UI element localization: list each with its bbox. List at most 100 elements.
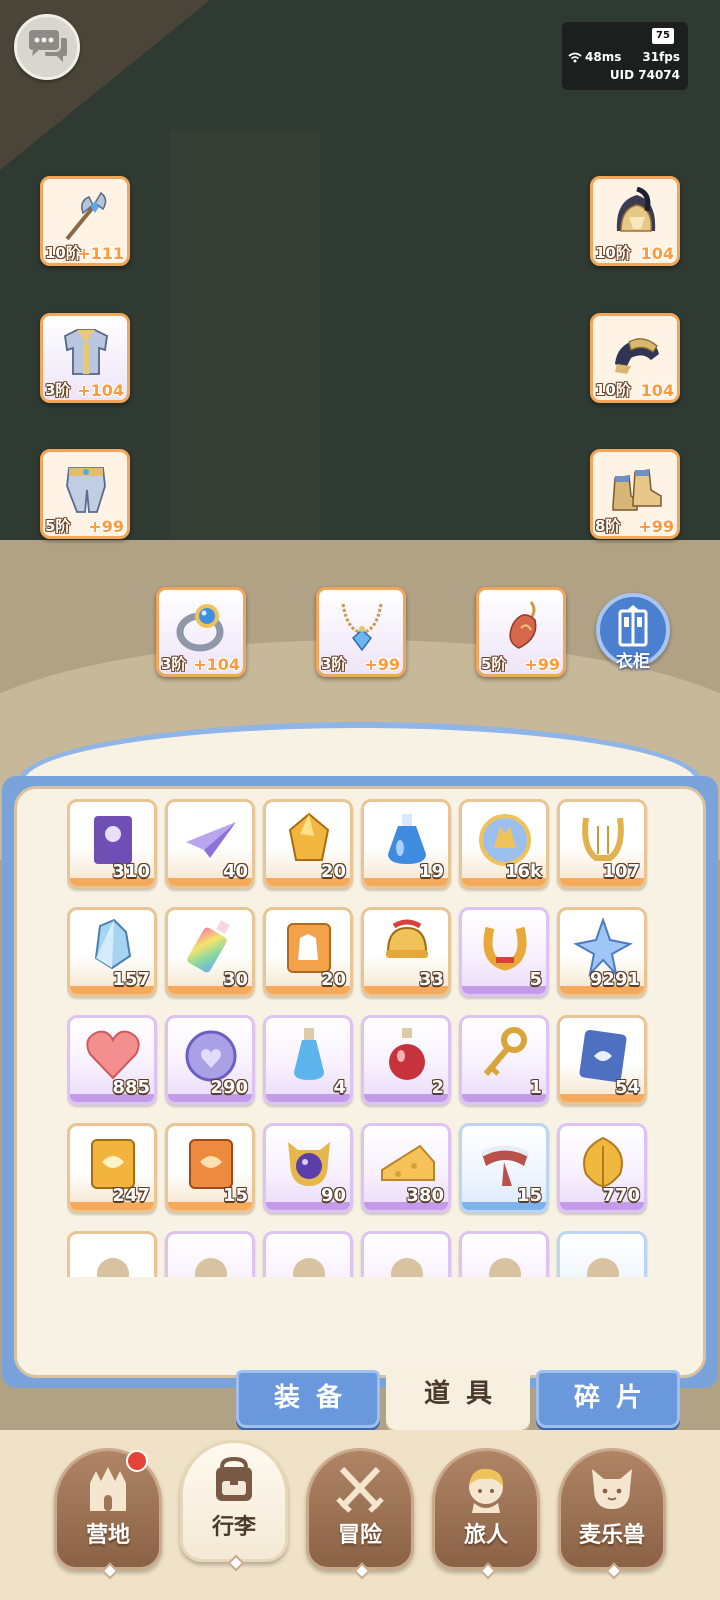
nav-luggage[interactable]: 行李 [180, 1440, 288, 1572]
item-slot[interactable]: 310 [67, 799, 157, 889]
item-slot[interactable]: 157 [67, 907, 157, 997]
item-slot[interactable]: 33 [361, 907, 451, 997]
gauntlet-icon [615, 338, 659, 374]
castle-icon [90, 1467, 126, 1511]
nav-traveler[interactable]: 旅人 [432, 1448, 540, 1580]
item-slot[interactable]: 16k [459, 799, 549, 889]
user-id: UID 74074 [609, 68, 680, 82]
charm-icon [509, 601, 537, 649]
item-slot[interactable]: 5 [459, 907, 549, 997]
chat-bubbles-icon [29, 30, 67, 62]
equip-tier: 3阶 [45, 381, 71, 399]
equip-slot-charm[interactable]: 5阶 +99 [476, 587, 566, 677]
halberd-icon [65, 191, 107, 241]
item-count: 54 [614, 1077, 640, 1098]
helmet-icon [616, 187, 656, 232]
item-count: 20 [320, 861, 346, 882]
wardrobe-icon [618, 605, 648, 647]
item-count: 107 [602, 861, 640, 882]
equip-tier: 5阶 [481, 655, 507, 673]
item-count: 40 [222, 861, 248, 882]
item-slot[interactable]: 1 [459, 1015, 549, 1105]
item-count: 4 [333, 1077, 346, 1098]
item-count: 15 [222, 1185, 248, 1206]
chat-button[interactable] [14, 14, 80, 80]
item-count: 885 [112, 1077, 150, 1098]
item-slot[interactable] [67, 1231, 157, 1277]
fps-value: 31fps [642, 50, 680, 64]
ping-value: 48ms [585, 50, 622, 64]
network-status-panel: 75 48ms 31fps UID 74074 [562, 22, 688, 90]
battery-indicator: 75 [652, 28, 674, 44]
item-count: 19 [418, 861, 444, 882]
item-count: 16k [504, 861, 542, 882]
equip-slot-helmet[interactable]: 10阶 104 [590, 176, 680, 266]
item-slot[interactable]: 15 [165, 1123, 255, 1213]
item-slot[interactable]: 40 [165, 799, 255, 889]
leggings-icon [66, 467, 106, 513]
tab-items[interactable]: 道具 [386, 1366, 530, 1430]
tab-fragments[interactable]: 碎片 [536, 1370, 680, 1428]
item-slot[interactable]: 380 [361, 1123, 451, 1213]
item-slot[interactable]: 4 [263, 1015, 353, 1105]
item-count: 310 [112, 861, 150, 882]
inventory-panel: 310 40 20 19 16k 107 157 30 20 33 5 9291 885 290 4 2 1 54… [2, 776, 718, 1388]
item-icon [489, 1258, 521, 1277]
item-count: 90 [320, 1185, 346, 1206]
equip-slot-necklace[interactable]: 3阶 +99 [316, 587, 406, 677]
nav-label: 冒险 [337, 1523, 382, 1548]
item-slot[interactable]: 2 [361, 1015, 451, 1105]
item-count: 30 [222, 969, 248, 990]
item-slot[interactable]: 20 [263, 799, 353, 889]
item-slot[interactable] [557, 1231, 647, 1277]
item-slot[interactable] [361, 1231, 451, 1277]
nav-adventure[interactable]: 冒险 [306, 1448, 414, 1580]
equip-slot-armor[interactable]: 3阶 +104 [40, 313, 130, 403]
item-count: 5 [529, 969, 542, 990]
equip-slot-ring[interactable]: 3阶 +104 [156, 587, 246, 677]
equip-level: +99 [638, 517, 674, 536]
item-count: 15 [516, 1185, 542, 1206]
item-slot[interactable]: 19 [361, 799, 451, 889]
item-slot[interactable]: 9291 [557, 907, 647, 997]
item-slot[interactable]: 290 [165, 1015, 255, 1105]
equip-slot-weapon[interactable]: 10阶 +111 [40, 176, 130, 266]
nav-label: 营地 [85, 1523, 130, 1548]
item-count: 290 [210, 1077, 248, 1098]
item-slot[interactable]: 885 [67, 1015, 157, 1105]
nav-label: 旅人 [463, 1523, 508, 1548]
equip-slot-leggings[interactable]: 5阶 +99 [40, 449, 130, 539]
item-slot[interactable] [459, 1231, 549, 1277]
blue-flask-icon [294, 1028, 324, 1080]
item-slot[interactable]: 15 [459, 1123, 549, 1213]
item-count: 1 [529, 1077, 542, 1098]
equip-slot-gauntlet[interactable]: 10阶 104 [590, 313, 680, 403]
item-slot[interactable]: 30 [165, 907, 255, 997]
item-slot[interactable]: 54 [557, 1015, 647, 1105]
equip-level: +104 [77, 381, 124, 400]
equip-tier: 8阶 [595, 517, 621, 535]
item-slot[interactable]: 20 [263, 907, 353, 997]
item-slot[interactable] [165, 1231, 255, 1277]
notification-dot [126, 1450, 148, 1472]
item-slot[interactable] [263, 1231, 353, 1277]
backpack-icon [216, 1456, 252, 1501]
item-slot[interactable]: 770 [557, 1123, 647, 1213]
inventory-panel-inner: 310 40 20 19 16k 107 157 30 20 33 5 9291 885 290 4 2 1 54… [14, 786, 706, 1378]
nav-pets[interactable]: 麦乐兽 [558, 1448, 666, 1580]
item-slot[interactable]: 247 [67, 1123, 157, 1213]
ping-readout: 48ms [568, 50, 621, 64]
item-count: 247 [112, 1185, 150, 1206]
key-icon [483, 1027, 527, 1076]
nav-label: 行李 [211, 1515, 256, 1540]
item-slot[interactable]: 107 [557, 799, 647, 889]
item-grid[interactable]: 310 40 20 19 16k 107 157 30 20 33 5 9291 885 290 4 2 1 54… [67, 799, 657, 1277]
item-slot[interactable]: 90 [263, 1123, 353, 1213]
wardrobe-button[interactable]: 衣柜 [596, 593, 670, 672]
item-count: 380 [406, 1185, 444, 1206]
equip-slot-boots[interactable]: 8阶 +99 [590, 449, 680, 539]
wifi-icon [568, 52, 582, 62]
equip-level: +99 [524, 655, 560, 674]
tab-equipment[interactable]: 装备 [236, 1370, 380, 1428]
equip-tier: 3阶 [161, 655, 187, 673]
